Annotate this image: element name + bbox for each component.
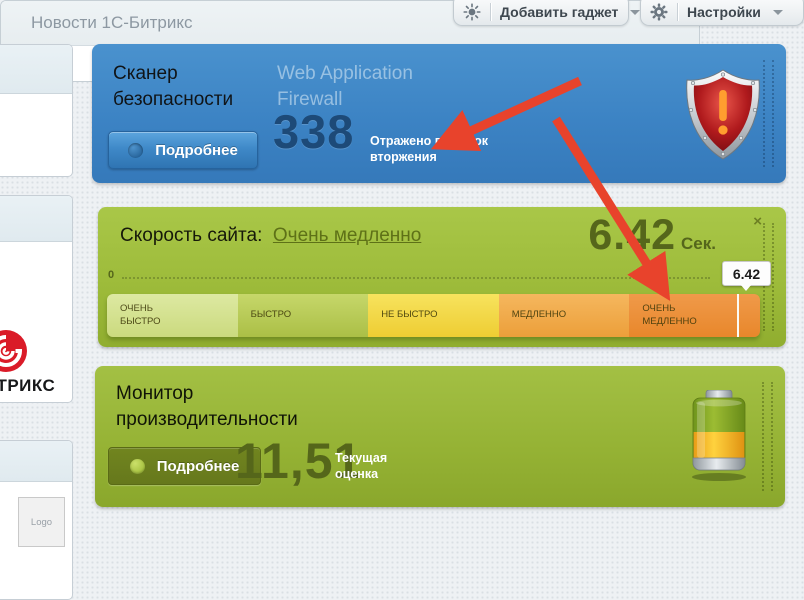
security-scanner-title: Сканер безопасности (113, 61, 283, 112)
speed-scale-bar: ОЧЕНЬ БЫСТРО БЫСТРО НЕ БЫСТРО МЕДЛЕННО О… (107, 294, 760, 337)
settings-button[interactable]: Настройки (640, 0, 804, 26)
speed-segment-fast: БЫСТРО (238, 294, 369, 337)
site-speed-title: Скорость сайта: Очень медленно (120, 225, 421, 247)
gadget-drag-handle[interactable] (762, 382, 773, 491)
performance-monitor-gadget: Монитор производительности Подробнее 11,… (95, 366, 785, 507)
button-divider (490, 3, 491, 21)
sidebar-gadget-bitrix: БИТРИКС (0, 195, 73, 403)
add-gadget-button[interactable]: Добавить гаджет (453, 0, 629, 26)
speed-value: 6.42 (588, 211, 676, 260)
add-gadget-label: Добавить гаджет (500, 4, 618, 20)
speed-segment-slow: МЕДЛЕННО (499, 294, 630, 337)
settings-label: Настройки (687, 4, 761, 20)
intrusions-count: 338 (273, 104, 354, 159)
close-icon[interactable]: × (753, 213, 762, 230)
site-speed-gadget: Скорость сайта: Очень медленно 6.42 Сек.… (98, 207, 786, 347)
speed-marker-pointer (740, 284, 752, 291)
lightbulb-icon (462, 2, 482, 22)
battery-icon (690, 390, 750, 482)
gear-icon (649, 2, 669, 22)
sidebar-gadget-1-header (0, 45, 72, 94)
speed-value-group: 6.42 Сек. (588, 211, 716, 260)
ruler-zero-label: 0 (108, 269, 114, 281)
performance-monitor-title: Монитор производительности (116, 381, 356, 432)
sidebar-gadget-1 (0, 44, 73, 177)
button-bullet-icon (128, 143, 143, 158)
sidebar-gadget-3: Logo (0, 440, 73, 600)
speed-segment-very-fast: ОЧЕНЬ БЫСТРО (107, 294, 238, 337)
shield-warning-icon (683, 68, 763, 162)
speed-unit: Сек. (681, 234, 716, 254)
speed-marker-badge: 6.42 (722, 261, 771, 286)
speed-segment-very-slow: ОЧЕНЬ МЕДЛЕННО (629, 294, 760, 337)
performance-score-caption: Текущая оценка (335, 450, 415, 483)
bitrix-logo-text: БИТРИКС (0, 376, 55, 396)
ruler-dotted-line (122, 277, 710, 279)
security-scanner-gadget: Сканер безопасности Web Application Fire… (92, 44, 786, 183)
chevron-down-icon (630, 10, 640, 15)
speed-marker-line (737, 294, 739, 337)
news-title: Новости 1С-Битрикс (31, 13, 192, 33)
button-divider (677, 3, 678, 21)
security-details-button[interactable]: Подробнее (108, 131, 258, 169)
logo-placeholder: Logo (18, 497, 65, 547)
button-bullet-icon (130, 459, 145, 474)
chevron-down-icon (773, 10, 783, 15)
bitrix-logo-icon (0, 329, 28, 373)
intrusions-caption: Отражено попыток вторжения (370, 133, 505, 166)
speed-segment-not-fast: НЕ БЫСТРО (368, 294, 499, 337)
speed-status-link[interactable]: Очень медленно (273, 225, 421, 246)
gadget-drag-handle[interactable] (763, 60, 774, 167)
sidebar-gadget-3-header (0, 441, 72, 482)
sidebar-gadget-2-header (0, 196, 72, 242)
